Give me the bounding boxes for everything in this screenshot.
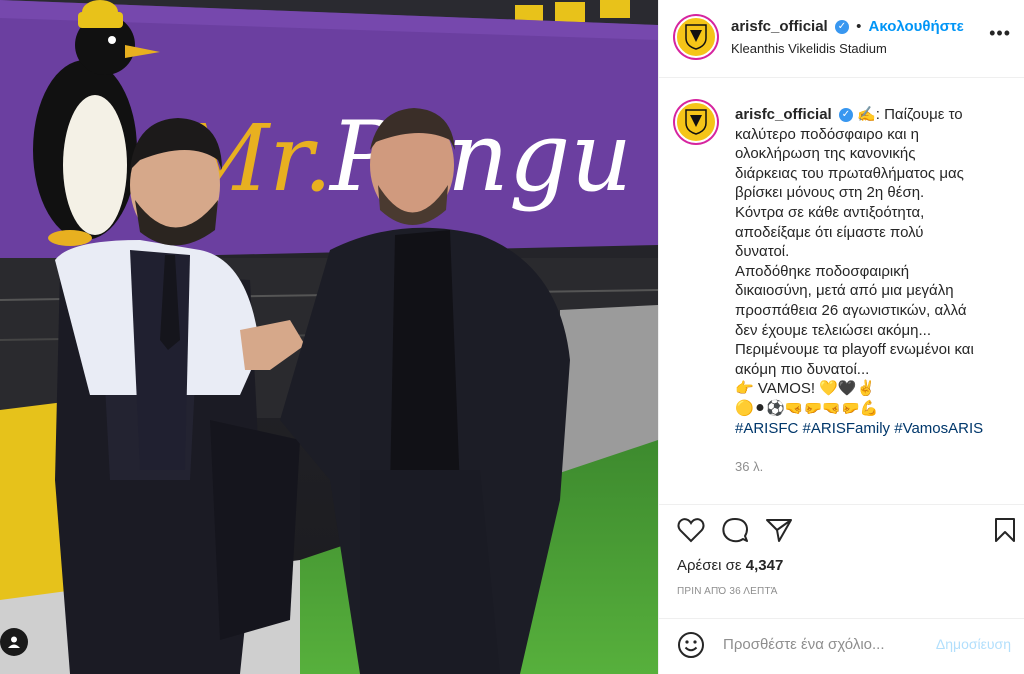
caption-line-9: δικαιοσύνη, μετά από μια μεγάλη xyxy=(735,282,954,300)
likes-prefix: Αρέσει σε xyxy=(677,557,742,574)
follow-button[interactable]: Ακολουθήστε xyxy=(869,18,964,35)
hashtag-vamosaris[interactable]: #VamosARIS xyxy=(894,420,983,437)
caption-line-4: βρίσκει μόνους στη 2η θέση. xyxy=(735,184,925,202)
caption-line-11: δεν έχουμε τελειώσει ακόμη... xyxy=(735,321,932,339)
post-photo[interactable]: Mr. Pengu xyxy=(0,0,658,674)
verified-badge-icon: ✓ xyxy=(834,20,849,35)
caption-line-13: ακόμη πιο δυνατοί... xyxy=(735,360,870,378)
comment-section: Δημοσίευση xyxy=(659,618,1024,674)
caption-emoji-line: 🟡⚫⚽🤜🤛🤜🤛💪 xyxy=(735,399,879,417)
post-actions: Αρέσει σε 4,347 ΠΡΙΝ ΑΠΌ 36 ΛΕΠΤΆ xyxy=(659,504,1024,622)
caption-line-2: ολοκλήρωση της κανονικής xyxy=(735,145,916,163)
header-username[interactable]: arisfc_official xyxy=(731,18,828,35)
caption-line-1: καλύτερο ποδόσφαιρο και η xyxy=(735,125,920,143)
caption-line-0: ✍️: Παίζουμε το xyxy=(857,106,963,123)
caption-avatar[interactable] xyxy=(675,101,717,143)
post-side-panel: arisfc_official ✓ • Ακολουθήστε Kleanthi… xyxy=(658,0,1024,674)
hashtag-arisfamily[interactable]: #ARISFamily xyxy=(803,420,891,437)
comment-input[interactable] xyxy=(723,631,923,657)
caption-line-8: Αποδόθηκε ποδοσφαιρική xyxy=(735,262,910,280)
publish-button[interactable]: Δημοσίευση xyxy=(936,636,1011,652)
aris-crest-icon xyxy=(685,24,707,50)
post-timestamp[interactable]: ΠΡΙΝ ΑΠΌ 36 ΛΕΠΤΆ xyxy=(677,586,778,597)
profile-avatar[interactable] xyxy=(675,16,717,58)
caption-area: arisfc_official ✓ ✍️: Παίζουμε το καλύτε… xyxy=(659,79,1024,503)
more-options-button[interactable]: ••• xyxy=(989,24,1011,42)
caption-line-5: Κόντρα σε κάθε αντιξοότητα, xyxy=(735,203,925,221)
hashtag-row: #ARISFC #ARISFamily #VamosARIS xyxy=(735,419,1015,439)
header-username-row: arisfc_official ✓ • Ακολουθήστε xyxy=(731,18,964,35)
tagged-users-button[interactable] xyxy=(0,628,28,656)
caption-line-10: προσπάθεια 26 αγωνιστικών, αλλά xyxy=(735,301,967,319)
bookmark-icon[interactable] xyxy=(993,517,1017,543)
likes-number: 4,347 xyxy=(745,557,784,574)
post-header: arisfc_official ✓ • Ακολουθήστε Kleanthi… xyxy=(659,0,1024,78)
emoji-picker-icon[interactable] xyxy=(677,631,705,659)
heart-icon[interactable] xyxy=(677,517,705,543)
caption-line-7: δυνατοί. xyxy=(735,243,790,261)
caption-username[interactable]: arisfc_official xyxy=(735,106,832,123)
location-link[interactable]: Kleanthis Vikelidis Stadium xyxy=(731,41,887,56)
verified-badge-icon: ✓ xyxy=(838,108,853,123)
comment-icon[interactable] xyxy=(721,517,749,543)
caption-time-ago: 36 λ. xyxy=(735,459,764,474)
caption-line-12: Περιμένουμε τα playoff ενωμένοι και xyxy=(735,341,974,359)
caption-vamos-line: 👉 VAMOS! 💛🖤✌️ xyxy=(735,380,876,398)
hashtag-arisfc[interactable]: #ARISFC xyxy=(735,420,798,437)
aris-crest-icon xyxy=(685,109,707,135)
share-icon[interactable] xyxy=(765,517,793,543)
likes-count[interactable]: Αρέσει σε 4,347 xyxy=(677,557,783,574)
separator-dot: • xyxy=(856,18,862,35)
caption-text: arisfc_official ✓ ✍️: Παίζουμε το καλύτε… xyxy=(735,105,1015,438)
caption-line-3: διάρκειας του πρωταθλήματος μας xyxy=(735,164,964,182)
user-icon xyxy=(8,636,20,648)
photo-illustration: Mr. Pengu xyxy=(0,0,658,674)
caption-line-6: αποδείξαμε ότι είμαστε πολύ xyxy=(735,223,924,241)
